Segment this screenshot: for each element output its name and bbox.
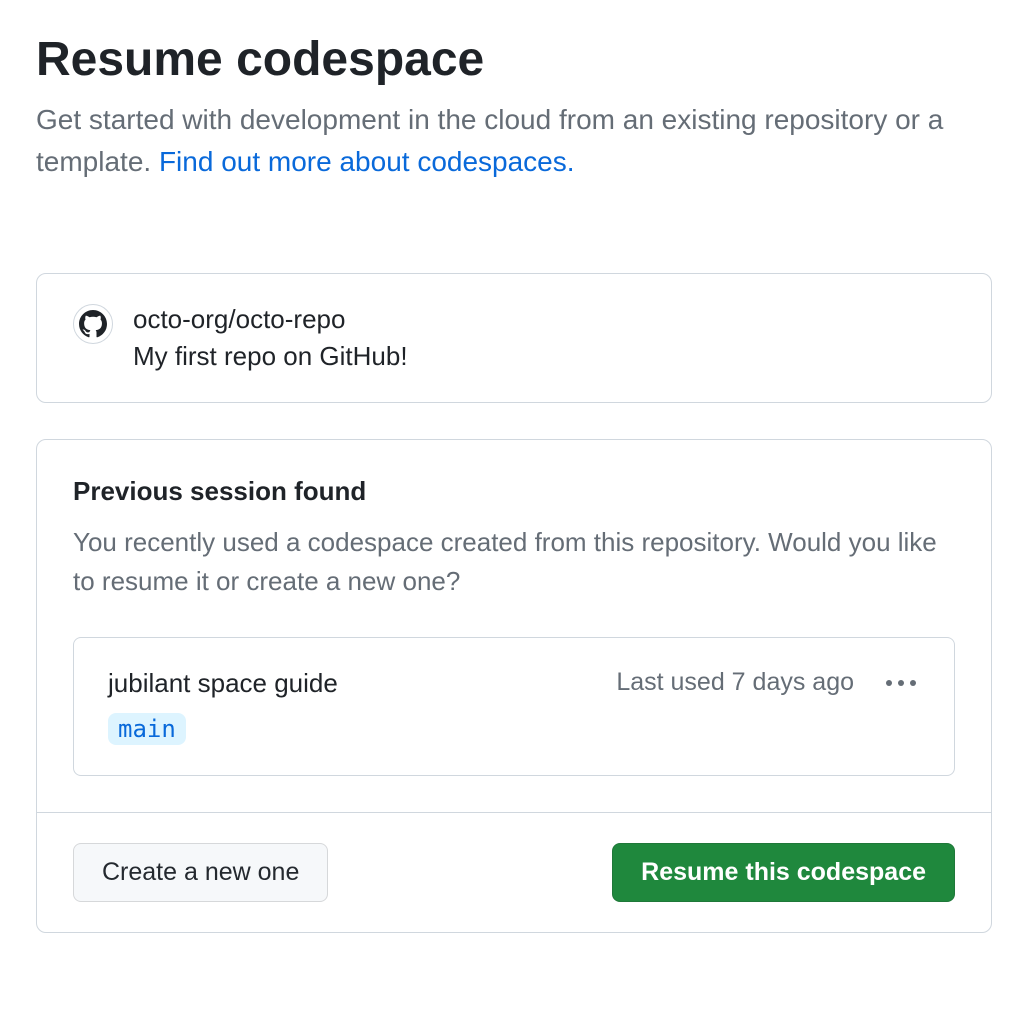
page-subtitle: Get started with development in the clou… [36,99,992,183]
page-title: Resume codespace [36,32,992,87]
session-footer: Create a new one Resume this codespace [37,812,991,932]
resume-codespace-button[interactable]: Resume this codespace [612,843,955,902]
session-description: You recently used a codespace created fr… [73,523,955,601]
avatar [73,304,113,344]
session-title: Previous session found [73,476,955,507]
learn-more-link[interactable]: Find out more about codespaces. [159,146,575,177]
codespace-right: Last used 7 days ago [616,668,920,697]
repo-card: octo-org/octo-repo My first repo on GitH… [36,273,992,403]
session-card: Previous session found You recently used… [36,439,992,933]
octocat-icon [79,310,107,338]
kebab-menu-icon[interactable] [882,676,920,690]
codespace-left: jubilant space guide main [108,668,338,745]
codespace-name: jubilant space guide [108,668,338,699]
session-body: Previous session found You recently used… [37,440,991,812]
codespace-item: jubilant space guide main Last used 7 da… [73,637,955,776]
branch-tag[interactable]: main [108,713,186,745]
repo-full-name: octo-org/octo-repo [133,304,408,335]
last-used-label: Last used 7 days ago [616,668,854,697]
repo-description: My first repo on GitHub! [133,341,408,372]
create-new-button[interactable]: Create a new one [73,843,328,902]
repo-info: octo-org/octo-repo My first repo on GitH… [133,304,408,372]
